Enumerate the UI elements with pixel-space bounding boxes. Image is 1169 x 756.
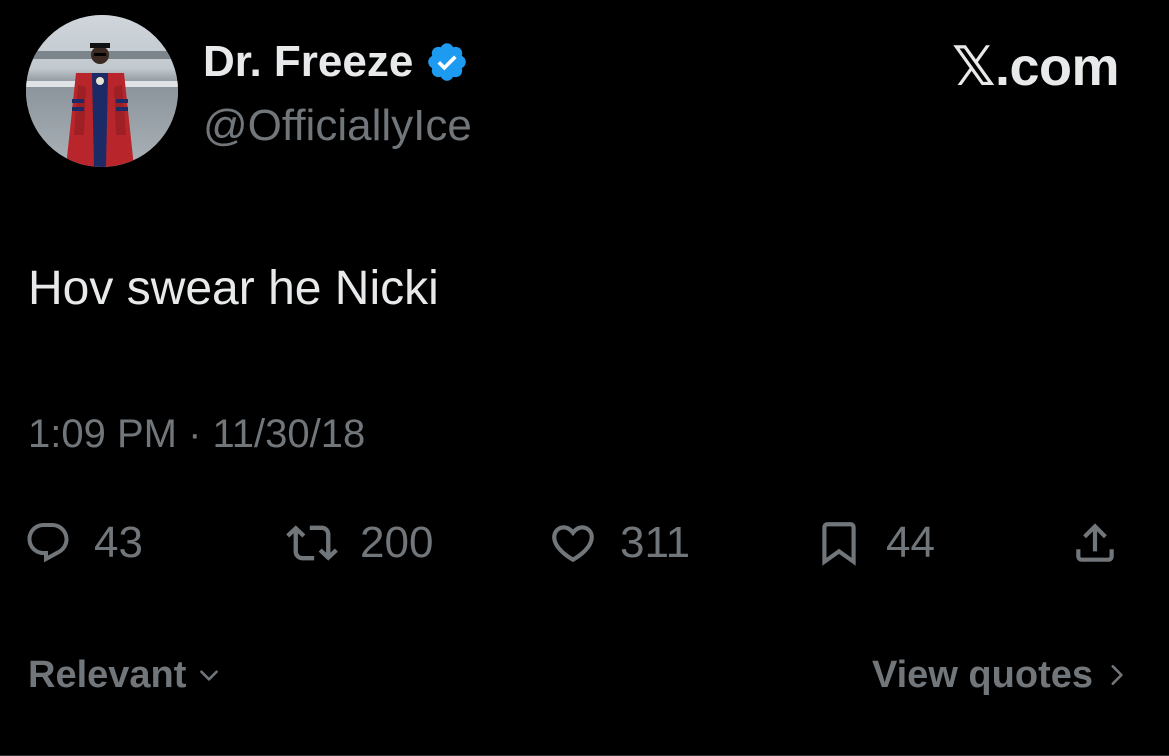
author-display-name[interactable]: Dr. Freeze (203, 36, 469, 88)
action-bar: 43 200 311 44 (24, 512, 1139, 574)
tweet-timestamp[interactable]: 1:09 PM · 11/30/18 (28, 410, 365, 458)
sort-label: Relevant (28, 654, 187, 696)
tweet-text: Hov swear he Nicki (28, 262, 439, 315)
reply-count: 43 (94, 518, 143, 567)
author-handle[interactable]: @OfficiallyIce (203, 100, 472, 152)
reply-icon (27, 523, 69, 563)
bookmark-icon (822, 522, 856, 566)
view-quotes-label: View quotes (871, 654, 1093, 696)
repost-button[interactable]: 200 (286, 512, 433, 574)
reply-button[interactable]: 43 (24, 512, 143, 574)
share-icon (1076, 523, 1114, 562)
brand-watermark: 𝕏.com (951, 37, 1120, 97)
view-quotes-link[interactable]: View quotes (872, 652, 1129, 698)
display-name-text: Dr. Freeze (203, 37, 414, 86)
repost-icon (286, 525, 338, 561)
sort-dropdown[interactable]: Relevant (28, 652, 222, 698)
chevron-right-icon (1111, 665, 1123, 685)
verified-badge-icon (425, 40, 469, 84)
heart-icon (552, 525, 594, 563)
bookmark-count: 44 (886, 518, 935, 567)
bookmark-button[interactable]: 44 (814, 512, 935, 574)
avatar-photo (26, 15, 178, 167)
repost-count: 200 (360, 518, 434, 567)
like-button[interactable]: 311 (548, 512, 690, 574)
like-count: 311 (620, 518, 691, 567)
avatar[interactable] (26, 15, 178, 167)
share-button[interactable] (1070, 512, 1120, 574)
chevron-down-icon (200, 670, 219, 681)
